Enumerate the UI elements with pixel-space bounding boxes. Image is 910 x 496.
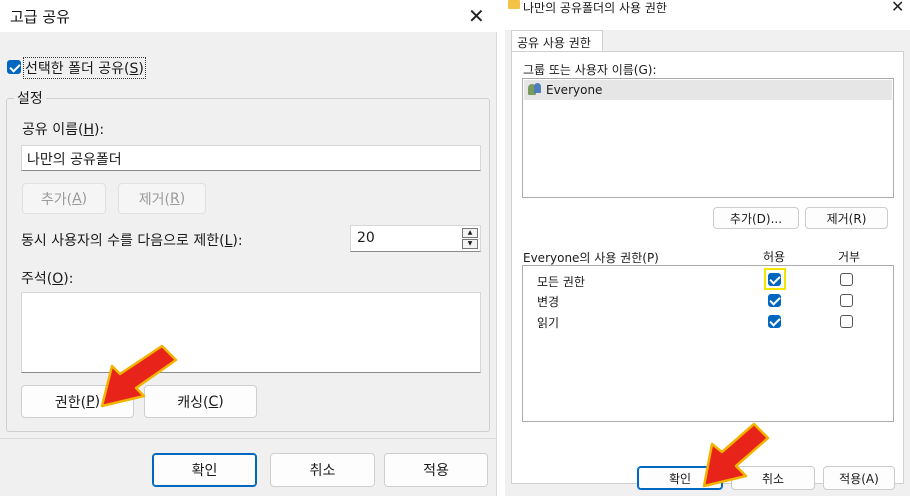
permission-name: 모든 권한	[537, 275, 585, 289]
titlebar: 나만의 공유폴더의 사용 권한 ✕	[505, 0, 910, 30]
highlight-box	[764, 268, 786, 290]
allow-header: 허용	[763, 250, 786, 264]
users-icon-back	[534, 83, 541, 93]
share-name-label: 공유 이름(H):	[22, 122, 105, 138]
comment-textarea[interactable]	[21, 292, 481, 373]
dialog-title: 나만의 공유폴더의 사용 권한	[523, 1, 667, 15]
allow-read-checkbox[interactable]	[768, 315, 781, 328]
add-share-button[interactable]: 추가(A)	[22, 183, 106, 214]
dialog-title: 고급 공유	[10, 8, 70, 26]
titlebar: 고급 공유 ✕	[0, 0, 497, 32]
deny-change-checkbox[interactable]	[840, 294, 853, 307]
remove-share-button[interactable]: 제거(R)	[118, 183, 206, 214]
settings-group-label: 설정	[14, 88, 46, 108]
apply-button[interactable]: 적용(A)	[823, 466, 895, 490]
folder-icon	[508, 0, 520, 9]
comment-label: 주석(O):	[21, 271, 74, 287]
group-user-label: 그룹 또는 사용자 이름(G):	[523, 63, 657, 77]
permission-name: 읽기	[537, 316, 560, 330]
share-folder-label[interactable]: 선택한 폴더 공유(S)	[23, 57, 146, 79]
close-icon[interactable]: ✕	[468, 6, 485, 26]
deny-header: 거부	[838, 250, 861, 264]
apply-button[interactable]: 적용	[384, 453, 488, 487]
deny-full-control-checkbox[interactable]	[840, 273, 853, 286]
deny-read-checkbox[interactable]	[840, 315, 853, 328]
spin-down-icon[interactable]: ▼	[462, 239, 478, 249]
add-user-button[interactable]: 추가(D)...	[713, 207, 799, 229]
share-folder-checkbox[interactable]	[7, 60, 21, 74]
allow-change-checkbox[interactable]	[768, 294, 781, 307]
advanced-sharing-dialog: 고급 공유 ✕ 선택한 폴더 공유(S) 설정 공유 이름(H): 나만의 공유…	[0, 0, 497, 496]
ok-button[interactable]: 확인	[152, 453, 257, 487]
spin-up-icon[interactable]: ▲	[462, 228, 478, 238]
user-limit-label: 동시 사용자의 수를 다음으로 제한(L):	[21, 233, 243, 249]
permission-name: 변경	[537, 295, 560, 309]
permissions-list: 모든 권한 변경 읽기	[522, 265, 894, 422]
red-arrow-annotation	[702, 422, 770, 488]
close-icon[interactable]: ✕	[891, 0, 904, 17]
divider	[0, 438, 497, 439]
list-item[interactable]: Everyone	[524, 80, 892, 100]
user-limit-spinner[interactable]: 20 ▲ ▼	[350, 225, 481, 252]
permissions-for-label: Everyone의 사용 권한(P)	[523, 251, 659, 265]
tab-share-permissions[interactable]: 공유 사용 권한	[511, 30, 603, 52]
cancel-button[interactable]: 취소	[270, 453, 375, 487]
share-name-input[interactable]: 나만의 공유폴더	[21, 145, 481, 171]
red-arrow-annotation	[100, 344, 178, 408]
share-permissions-dialog: 나만의 공유폴더의 사용 권한 ✕ 공유 사용 권한 그룹 또는 사용자 이름(…	[505, 0, 910, 496]
user-list[interactable]: Everyone	[522, 78, 894, 198]
remove-user-button[interactable]: 제거(R)	[805, 207, 888, 229]
